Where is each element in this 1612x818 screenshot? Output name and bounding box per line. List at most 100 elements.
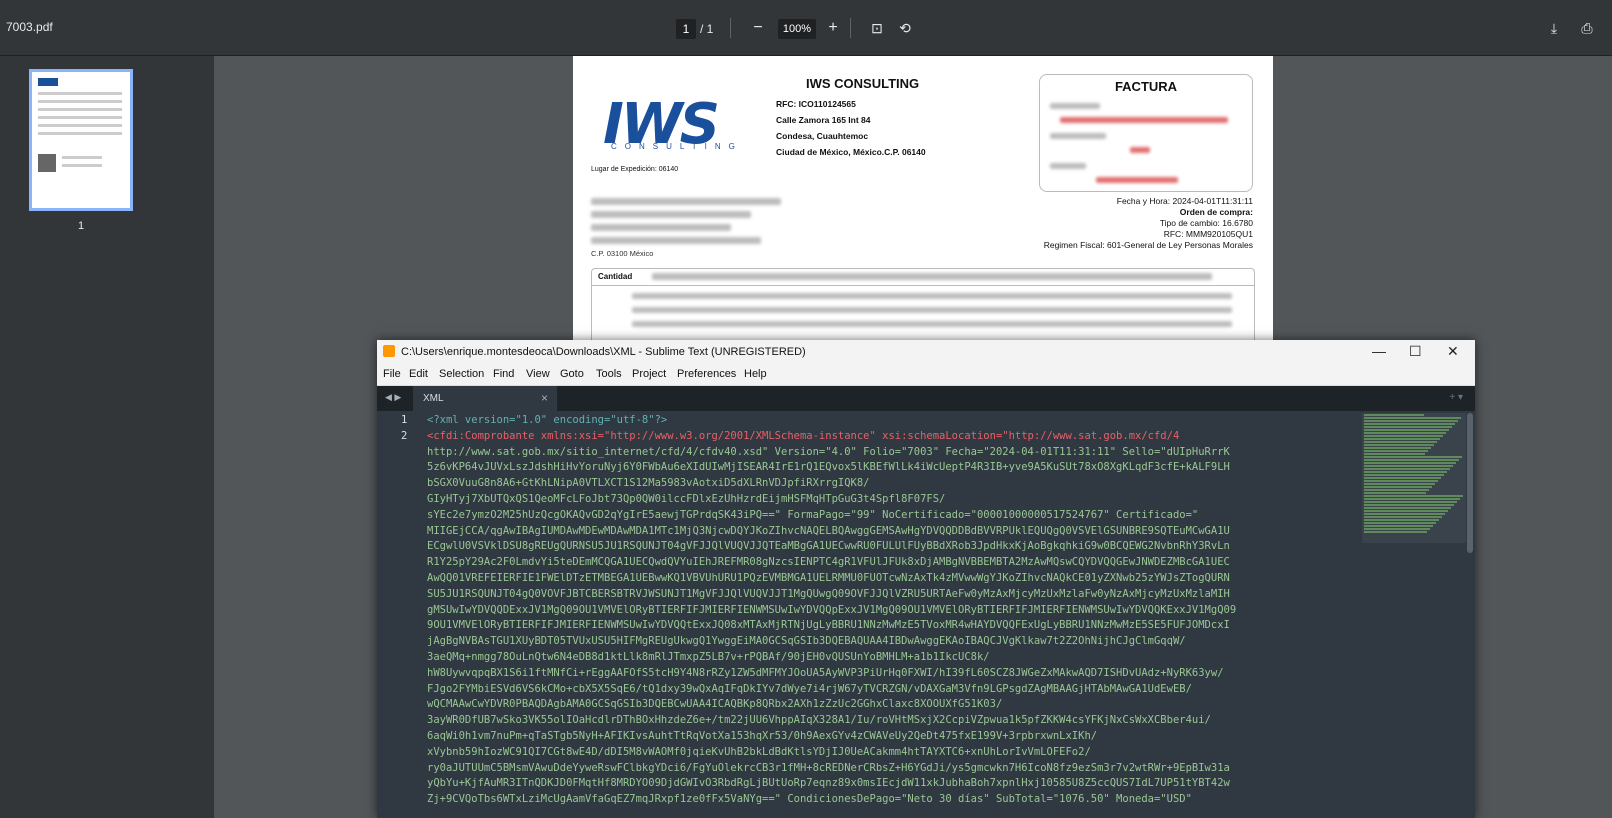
- menu-view[interactable]: View: [526, 368, 550, 380]
- window-title: C:\Users\enrique.montesdeoca\Downloads\X…: [401, 346, 806, 358]
- thumbnail-logo: [38, 78, 58, 86]
- minimap-line: [1364, 441, 1437, 443]
- thumbnail-line: [38, 132, 122, 135]
- factura-title: FACTURA: [1114, 79, 1178, 94]
- invoice-meta: Fecha y Hora: 2024-04-01T11:31:11 Orden …: [1044, 196, 1253, 251]
- code-line: <?xml version="1.0" encoding="utf-8"?>: [427, 414, 668, 426]
- code-line: xVybnb59hIozWC91QI7CGt8wE4D/dDI5M8vWAOMf…: [427, 745, 1091, 758]
- page-number-input[interactable]: 1: [676, 19, 696, 39]
- minimap-line: [1364, 459, 1459, 461]
- tipo-cambio: Tipo de cambio: 16.6780: [1159, 218, 1253, 228]
- menu-help[interactable]: Help: [744, 368, 767, 380]
- pdf-toolbar: 7003.pdf 1 / 1 − 100% + ⊡ ⟲ ⤓ ⎙: [0, 0, 1612, 56]
- redacted-text: [591, 198, 781, 205]
- tab-label: XML: [423, 393, 444, 404]
- redacted-text: [591, 224, 731, 231]
- redacted-row: [632, 293, 1232, 299]
- code-line: SU5JU1RSQUNJT04gQ0VOVFJBTCBERSBTRVJWSUNJ…: [427, 587, 1230, 600]
- minimap-line: [1364, 414, 1424, 416]
- menu-edit[interactable]: Edit: [409, 368, 428, 380]
- minimap-line: [1364, 453, 1425, 455]
- minimap-line: [1364, 483, 1435, 485]
- minimap-line: [1364, 420, 1458, 422]
- minimap-line: [1364, 498, 1460, 500]
- concepts-table: Cantidad: [591, 268, 1255, 346]
- minimap-line: [1364, 489, 1429, 491]
- thumbnail-line: [38, 92, 122, 95]
- line-number: 1: [401, 414, 408, 426]
- menu-file[interactable]: File: [383, 368, 401, 380]
- menu-selection[interactable]: Selection: [439, 368, 484, 380]
- code-line: sYEc2e7ymzO2M25hUzQcgOKAQvGD2qYgIrE5aewj…: [427, 508, 1199, 521]
- code-line: Zj+9CVQoTbs6WTxLziMcUgAamVfaGqEZ7mqJRxpf…: [427, 793, 1192, 806]
- minimap-line: [1364, 504, 1454, 506]
- minimap-line: [1364, 525, 1433, 527]
- minimap-line: [1364, 423, 1455, 425]
- pdf-page: IWS CONSULTING IWS CONSULTING RFC: ICO11…: [573, 56, 1273, 346]
- minimap-line: [1364, 522, 1436, 524]
- zoom-out-icon[interactable]: −: [747, 17, 769, 39]
- minimap-line: [1364, 486, 1432, 488]
- minimap-line: [1364, 447, 1431, 449]
- minimap-line: [1364, 492, 1426, 494]
- toolbar-divider: [850, 18, 851, 38]
- maximize-icon[interactable]: ☐: [1409, 343, 1422, 360]
- minimap-line: [1364, 444, 1434, 446]
- code-line: FJgo2FYMbiESVd6VS6kCMo+cbX5X5SqE6/tQ1dxy…: [427, 682, 1192, 695]
- rotate-icon[interactable]: ⟲: [894, 17, 916, 39]
- minimap-line: [1364, 438, 1440, 440]
- minimap-line: [1364, 429, 1449, 431]
- menu-tools[interactable]: Tools: [596, 368, 622, 380]
- minimap-line: [1364, 519, 1439, 521]
- redacted-header: [652, 273, 1212, 280]
- redacted-text: [591, 237, 761, 244]
- zoom-in-icon[interactable]: +: [822, 17, 844, 39]
- file-name: 7003.pdf: [6, 20, 53, 34]
- thumbnail-line: [62, 156, 102, 159]
- thumbnail-line: [38, 116, 122, 119]
- redacted-text: [1050, 163, 1086, 169]
- code-line: 3aeQMq+nmgg78OuLnQtw6N4eDB8d1ktLlk8mRlJT…: [427, 650, 990, 663]
- minimap-line: [1364, 450, 1428, 452]
- code-line: R1Y25pY29Ac2F0LmdvYi5teDEmMCQGA1UECQwdQV…: [427, 556, 1230, 569]
- tab-nav-arrows-icon[interactable]: ◀ ▶: [385, 392, 401, 403]
- tab-menu-icon[interactable]: + ▾: [1449, 392, 1463, 403]
- orden-compra: Orden de compra:: [1179, 207, 1253, 217]
- code-line: hW8UywvqpqBX1S6i1ftMNfCi+rEggAAFOfS5tcH9…: [427, 666, 1224, 679]
- sublime-titlebar[interactable]: C:\Users\enrique.montesdeoca\Downloads\X…: [377, 340, 1475, 363]
- close-icon[interactable]: ✕: [1447, 343, 1459, 360]
- sublime-window: C:\Users\enrique.montesdeoca\Downloads\X…: [377, 340, 1475, 818]
- minimap-line: [1364, 513, 1445, 515]
- company-rfc: RFC: ICO110124565: [776, 99, 856, 109]
- table-divider: [592, 285, 1254, 286]
- menu-goto[interactable]: Goto: [560, 368, 584, 380]
- minimize-icon[interactable]: —: [1372, 343, 1386, 359]
- thumbnail-line: [62, 164, 102, 167]
- download-icon[interactable]: ⤓: [1543, 17, 1565, 39]
- minimap[interactable]: [1362, 413, 1466, 543]
- code-line: http://www.sat.gob.mx/sitio_internet/cfd…: [427, 445, 1230, 458]
- code-line: AwQQ01VREFEIERFIE1FWElDTzETMBEGA1UEBwwKQ…: [427, 571, 1230, 584]
- tab-xml[interactable]: XML ×: [413, 386, 557, 411]
- code-editor[interactable]: <?xml version="1.0" encoding="utf-8"?> <c…: [427, 413, 1365, 818]
- tab-bar: ◀ ▶ XML × + ▾: [377, 386, 1475, 411]
- page-thumbnail[interactable]: [29, 69, 133, 211]
- address-line-2: Condesa, Cuauhtemoc: [776, 131, 869, 141]
- menu-preferences[interactable]: Preferences: [677, 368, 736, 380]
- address-line-1: Calle Zamora 165 Int 84: [776, 115, 871, 125]
- menu-find[interactable]: Find: [493, 368, 514, 380]
- thumbnail-qr: [38, 154, 56, 172]
- menu-project[interactable]: Project: [632, 368, 666, 380]
- print-icon[interactable]: ⎙: [1576, 17, 1598, 39]
- regimen-fiscal: Regimen Fiscal: 601-General de Ley Perso…: [1043, 240, 1253, 250]
- minimap-line: [1364, 465, 1453, 467]
- redacted-text: [1050, 133, 1106, 139]
- redacted-text: [1130, 147, 1150, 153]
- zoom-input[interactable]: 100%: [778, 19, 816, 39]
- tab-close-icon[interactable]: ×: [541, 391, 548, 405]
- minimap-line: [1364, 426, 1452, 428]
- column-cantidad: Cantidad: [598, 272, 633, 281]
- code-line: MIIGEjCCA/qgAwIBAgIUMDAwMDEwMDAwMDA1MTc1…: [427, 524, 1230, 537]
- fit-page-icon[interactable]: ⊡: [866, 17, 888, 39]
- scrollbar[interactable]: [1467, 413, 1473, 553]
